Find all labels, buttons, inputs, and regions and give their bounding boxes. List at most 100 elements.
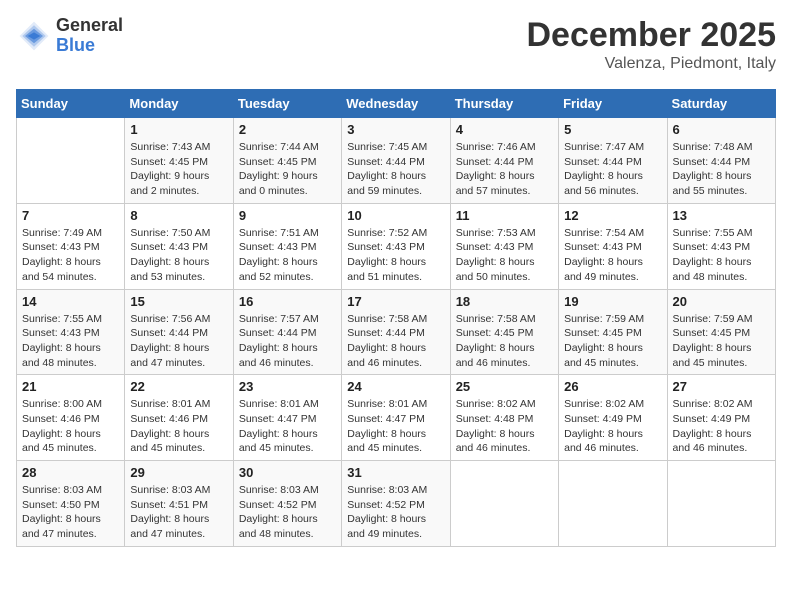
weekday-header: Sunday: [17, 90, 125, 118]
day-number: 3: [347, 122, 444, 137]
day-detail: Sunrise: 7:44 AMSunset: 4:45 PMDaylight:…: [239, 140, 336, 199]
weekday-header: Wednesday: [342, 90, 450, 118]
weekday-header: Friday: [559, 90, 667, 118]
day-number: 23: [239, 379, 336, 394]
calendar-cell: [559, 461, 667, 547]
weekday-header: Thursday: [450, 90, 558, 118]
month-title: December 2025: [526, 16, 776, 55]
calendar-cell: 28 Sunrise: 8:03 AMSunset: 4:50 PMDayligh…: [17, 461, 125, 547]
day-detail: Sunrise: 7:48 AMSunset: 4:44 PMDaylight:…: [673, 140, 770, 199]
weekday-row: SundayMondayTuesdayWednesdayThursdayFrid…: [17, 90, 776, 118]
day-number: 14: [22, 294, 119, 309]
day-detail: Sunrise: 8:03 AMSunset: 4:52 PMDaylight:…: [347, 483, 444, 542]
day-detail: Sunrise: 8:02 AMSunset: 4:48 PMDaylight:…: [456, 397, 553, 456]
page-header: General Blue December 2025 Valenza, Pied…: [16, 16, 776, 73]
calendar-cell: 17Sunrise: 7:58 AMSunset: 4:44 PMDayligh…: [342, 289, 450, 375]
calendar-cell: 5Sunrise: 7:47 AMSunset: 4:44 PMDaylight…: [559, 118, 667, 204]
day-detail: Sunrise: 7:58 AMSunset: 4:44 PMDaylight:…: [347, 312, 444, 371]
calendar-cell: 6 Sunrise: 7:48 AMSunset: 4:44 PMDaylight…: [667, 118, 775, 204]
weekday-header: Monday: [125, 90, 233, 118]
day-number: 22: [130, 379, 227, 394]
weekday-header: Tuesday: [233, 90, 341, 118]
calendar-cell: 2 Sunrise: 7:44 AMSunset: 4:45 PMDaylight…: [233, 118, 341, 204]
day-detail: Sunrise: 8:03 AMSunset: 4:52 PMDaylight:…: [239, 483, 336, 542]
day-number: 21: [22, 379, 119, 394]
day-number: 29: [130, 465, 227, 480]
day-number: 26: [564, 379, 661, 394]
calendar-cell: 14Sunrise: 7:55 AMSunset: 4:43 PMDayligh…: [17, 289, 125, 375]
calendar-cell: 23 Sunrise: 8:01 AMSunset: 4:47 PMDayligh…: [233, 375, 341, 461]
day-detail: Sunrise: 7:55 AMSunset: 4:43 PMDaylight:…: [673, 226, 770, 285]
weekday-header: Saturday: [667, 90, 775, 118]
calendar-week-row: 28 Sunrise: 8:03 AMSunset: 4:50 PMDayligh…: [17, 461, 776, 547]
day-detail: Sunrise: 8:02 AMSunset: 4:49 PMDaylight:…: [673, 397, 770, 456]
logo-general-text: General: [56, 16, 123, 36]
day-detail: Sunrise: 7:51 AMSunset: 4:43 PMDaylight:…: [239, 226, 336, 285]
day-number: 20: [673, 294, 770, 309]
calendar-cell: 22 Sunrise: 8:01 AMSunset: 4:46 PMDayligh…: [125, 375, 233, 461]
day-number: 16: [239, 294, 336, 309]
logo: General Blue: [16, 16, 123, 56]
day-detail: Sunrise: 7:54 AMSunset: 4:43 PMDaylight:…: [564, 226, 661, 285]
day-detail: Sunrise: 8:01 AMSunset: 4:47 PMDaylight:…: [239, 397, 336, 456]
calendar-cell: 27 Sunrise: 8:02 AMSunset: 4:49 PMDayligh…: [667, 375, 775, 461]
calendar-cell: 7Sunrise: 7:49 AMSunset: 4:43 PMDaylight…: [17, 203, 125, 289]
day-detail: Sunrise: 8:02 AMSunset: 4:49 PMDaylight:…: [564, 397, 661, 456]
calendar-cell: 10 Sunrise: 7:52 AMSunset: 4:43 PMDayligh…: [342, 203, 450, 289]
day-detail: Sunrise: 7:43 AMSunset: 4:45 PMDaylight:…: [130, 140, 227, 199]
calendar-cell: 26 Sunrise: 8:02 AMSunset: 4:49 PMDayligh…: [559, 375, 667, 461]
logo-blue-text: Blue: [56, 36, 123, 56]
calendar-cell: 30 Sunrise: 8:03 AMSunset: 4:52 PMDayligh…: [233, 461, 341, 547]
day-number: 31: [347, 465, 444, 480]
calendar-cell: 13 Sunrise: 7:55 AMSunset: 4:43 PMDayligh…: [667, 203, 775, 289]
day-number: 8: [130, 208, 227, 223]
day-number: 19: [564, 294, 661, 309]
calendar-cell: 1Sunrise: 7:43 AMSunset: 4:45 PMDaylight…: [125, 118, 233, 204]
calendar-cell: 25 Sunrise: 8:02 AMSunset: 4:48 PMDayligh…: [450, 375, 558, 461]
day-number: 6: [673, 122, 770, 137]
day-detail: Sunrise: 8:00 AMSunset: 4:46 PMDaylight:…: [22, 397, 119, 456]
location-text: Valenza, Piedmont, Italy: [526, 55, 776, 73]
day-number: 10: [347, 208, 444, 223]
calendar-cell: 19 Sunrise: 7:59 AMSunset: 4:45 PMDayligh…: [559, 289, 667, 375]
calendar-cell: [667, 461, 775, 547]
calendar-cell: 18Sunrise: 7:58 AMSunset: 4:45 PMDayligh…: [450, 289, 558, 375]
day-detail: Sunrise: 7:59 AMSunset: 4:45 PMDaylight:…: [564, 312, 661, 371]
calendar-cell: 12 Sunrise: 7:54 AMSunset: 4:43 PMDayligh…: [559, 203, 667, 289]
day-number: 15: [130, 294, 227, 309]
day-number: 30: [239, 465, 336, 480]
calendar-table: SundayMondayTuesdayWednesdayThursdayFrid…: [16, 89, 776, 547]
calendar-cell: 21 Sunrise: 8:00 AMSunset: 4:46 PMDayligh…: [17, 375, 125, 461]
day-number: 5: [564, 122, 661, 137]
calendar-cell: 24Sunrise: 8:01 AMSunset: 4:47 PMDayligh…: [342, 375, 450, 461]
day-number: 13: [673, 208, 770, 223]
day-number: 7: [22, 208, 119, 223]
calendar-cell: 31 Sunrise: 8:03 AMSunset: 4:52 PMDayligh…: [342, 461, 450, 547]
calendar-cell: 20Sunrise: 7:59 AMSunset: 4:45 PMDayligh…: [667, 289, 775, 375]
day-detail: Sunrise: 8:01 AMSunset: 4:46 PMDaylight:…: [130, 397, 227, 456]
calendar-cell: 15Sunrise: 7:56 AMSunset: 4:44 PMDayligh…: [125, 289, 233, 375]
day-number: 25: [456, 379, 553, 394]
day-number: 24: [347, 379, 444, 394]
calendar-week-row: 21 Sunrise: 8:00 AMSunset: 4:46 PMDayligh…: [17, 375, 776, 461]
calendar-cell: 16 Sunrise: 7:57 AMSunset: 4:44 PMDayligh…: [233, 289, 341, 375]
logo-text: General Blue: [56, 16, 123, 56]
calendar-cell: 8Sunrise: 7:50 AMSunset: 4:43 PMDaylight…: [125, 203, 233, 289]
calendar-cell: 4Sunrise: 7:46 AMSunset: 4:44 PMDaylight…: [450, 118, 558, 204]
day-number: 11: [456, 208, 553, 223]
day-number: 27: [673, 379, 770, 394]
calendar-body: 1Sunrise: 7:43 AMSunset: 4:45 PMDaylight…: [17, 118, 776, 547]
day-detail: Sunrise: 8:03 AMSunset: 4:51 PMDaylight:…: [130, 483, 227, 542]
day-number: 12: [564, 208, 661, 223]
day-number: 28: [22, 465, 119, 480]
calendar-week-row: 1Sunrise: 7:43 AMSunset: 4:45 PMDaylight…: [17, 118, 776, 204]
day-detail: Sunrise: 7:52 AMSunset: 4:43 PMDaylight:…: [347, 226, 444, 285]
calendar-header: SundayMondayTuesdayWednesdayThursdayFrid…: [17, 90, 776, 118]
calendar-cell: [17, 118, 125, 204]
day-detail: Sunrise: 7:53 AMSunset: 4:43 PMDaylight:…: [456, 226, 553, 285]
day-detail: Sunrise: 8:03 AMSunset: 4:50 PMDaylight:…: [22, 483, 119, 542]
day-number: 2: [239, 122, 336, 137]
day-detail: Sunrise: 7:57 AMSunset: 4:44 PMDaylight:…: [239, 312, 336, 371]
day-number: 9: [239, 208, 336, 223]
day-detail: Sunrise: 7:45 AMSunset: 4:44 PMDaylight:…: [347, 140, 444, 199]
